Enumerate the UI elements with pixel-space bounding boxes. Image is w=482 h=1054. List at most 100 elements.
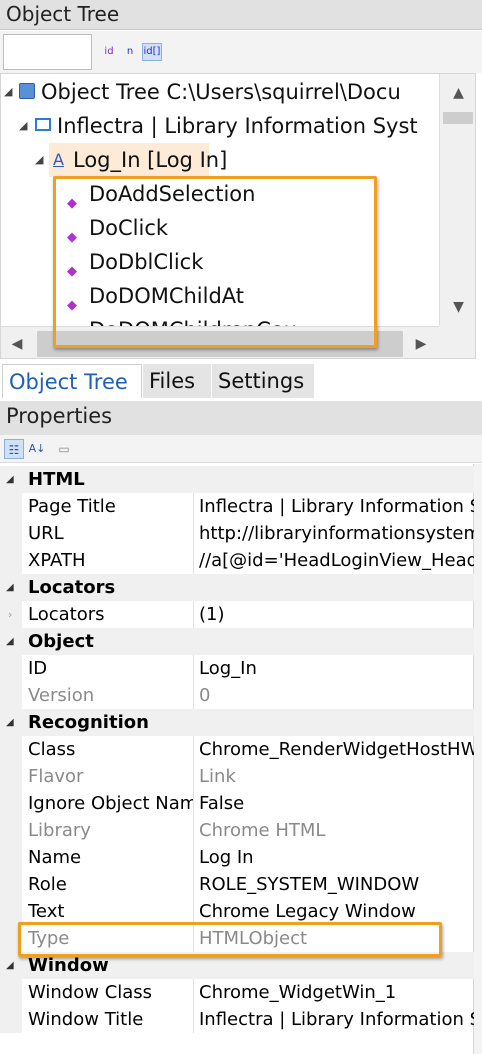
property-pages-icon[interactable]: ▭ <box>54 439 74 459</box>
property-row[interactable]: XPATH //a[@id='HeadLoginView_HeadLoginSt… <box>0 547 474 574</box>
property-row[interactable]: Library Chrome HTML <box>0 817 474 844</box>
property-value[interactable]: ROLE_SYSTEM_WINDOW <box>199 871 474 898</box>
property-name: XPATH <box>28 547 194 574</box>
object-tree-view[interactable]: ◢ Object Tree C:\Users\squirrel\Docu ◢ I… <box>0 73 476 359</box>
scroll-thumb[interactable] <box>443 112 473 124</box>
property-value[interactable]: HTMLObject <box>199 925 474 952</box>
tab-object-tree[interactable]: Object Tree <box>2 364 142 398</box>
collapse-arrow-icon[interactable]: ◢ <box>19 109 27 143</box>
property-name: Class <box>28 736 194 763</box>
property-name: Library <box>28 817 194 844</box>
property-row[interactable]: URL http://libraryinformationsystem.org <box>0 520 474 547</box>
property-value[interactable]: Inflectra | Library Information Syst <box>199 493 474 520</box>
properties-toolbar: ☷ A↓ ▭ <box>0 435 482 463</box>
tree-node-label: DoClick <box>89 216 169 240</box>
property-value[interactable]: //a[@id='HeadLoginView_HeadLoginStatus'] <box>199 547 474 574</box>
property-value[interactable]: False <box>199 790 474 817</box>
alphabetical-sort-icon[interactable]: A↓ <box>27 439 47 459</box>
property-row[interactable]: › Locators (1) <box>0 601 474 628</box>
tree-node-label: DoDOMChildrenCount <box>89 318 295 326</box>
property-row[interactable]: Flavor Link <box>0 763 474 790</box>
property-row[interactable]: Ignore Object Name False <box>0 790 474 817</box>
collapse-arrow-icon[interactable]: ◢ <box>6 628 14 655</box>
property-value[interactable]: Chrome HTML <box>199 817 474 844</box>
property-value[interactable]: (1) <box>199 601 474 628</box>
property-name: Window Title <box>28 1006 194 1033</box>
categorized-view-icon[interactable]: ☷ <box>4 439 24 459</box>
collapse-arrow-icon[interactable]: ◢ <box>6 466 14 493</box>
tree-node-label: DoDblClick <box>89 250 204 274</box>
object-tree-panel-title: Object Tree <box>0 0 482 30</box>
show-name-button[interactable]: n <box>122 43 138 61</box>
property-name: ID <box>28 655 194 682</box>
method-icon: ◆ <box>67 264 77 279</box>
collapse-arrow-icon[interactable]: ◢ <box>35 143 43 177</box>
property-value[interactable]: Log In <box>199 844 474 871</box>
property-row[interactable]: Page Title Inflectra | Library Informati… <box>0 493 474 520</box>
property-name: Locators <box>28 601 194 628</box>
tree-horizontal-scrollbar[interactable]: ◀ ▶ <box>1 326 475 358</box>
property-name: Name <box>28 844 194 871</box>
scroll-left-icon[interactable]: ◀ <box>1 327 33 358</box>
property-row[interactable]: Role ROLE_SYSTEM_WINDOW <box>0 871 474 898</box>
property-name: Version <box>28 682 194 709</box>
scroll-down-icon[interactable]: ▼ <box>440 290 475 324</box>
category-html[interactable]: ◢ HTML <box>0 466 474 493</box>
property-value[interactable]: http://libraryinformationsystem.org <box>199 520 474 547</box>
category-recognition[interactable]: ◢ Recognition <box>0 709 474 736</box>
tab-files[interactable]: Files <box>143 364 211 398</box>
scroll-corner <box>439 326 475 358</box>
category-locators[interactable]: ◢ Locators <box>0 574 474 601</box>
property-value[interactable]: Chrome_RenderWidgetHostHWND <box>199 736 474 763</box>
scroll-thumb[interactable] <box>37 331 403 357</box>
tree-node-label: DoDOMChildAt <box>89 284 245 308</box>
tree-node-login[interactable]: ◢ A Log_In [Log In] <box>35 143 227 177</box>
tree-node-label: Object Tree C:\Users\squirrel\Docu <box>41 80 401 104</box>
property-name: Flavor <box>28 763 194 790</box>
scroll-up-icon[interactable]: ▲ <box>440 76 475 110</box>
property-name: Ignore Object Name <box>28 790 194 817</box>
collapse-arrow-icon[interactable]: ◢ <box>6 574 14 601</box>
property-row[interactable]: Class Chrome_RenderWidgetHostHWND <box>0 736 474 763</box>
property-row[interactable]: Window Title Inflectra | Library Informa… <box>0 1006 474 1033</box>
category-window[interactable]: ◢ Window <box>0 952 474 979</box>
property-name: URL <box>28 520 194 547</box>
property-row[interactable]: Name Log In <box>0 844 474 871</box>
window-icon <box>35 118 51 131</box>
collapse-arrow-icon[interactable]: ◢ <box>6 709 14 736</box>
show-id-button[interactable]: id <box>100 43 118 61</box>
property-row[interactable]: Version 0 <box>0 682 474 709</box>
property-row[interactable]: Window Class Chrome_WidgetWin_1 <box>0 979 474 1006</box>
collapse-arrow-icon[interactable]: ◢ <box>4 75 12 109</box>
filter-input[interactable] <box>3 34 92 70</box>
property-name: Page Title <box>28 493 194 520</box>
object-tree-icon <box>19 83 35 99</box>
show-id-brackets-button[interactable]: id[] <box>142 43 162 61</box>
tab-settings[interactable]: Settings <box>212 364 314 398</box>
property-value[interactable]: Log_In <box>199 655 474 682</box>
property-value[interactable]: Chrome Legacy Window <box>199 898 474 925</box>
collapse-arrow-icon[interactable]: ◢ <box>6 952 14 979</box>
expand-arrow-icon[interactable]: › <box>8 601 12 628</box>
property-name: Text <box>28 898 194 925</box>
property-row[interactable]: Text Chrome Legacy Window <box>0 898 474 925</box>
property-row[interactable]: ID Log_In <box>0 655 474 682</box>
scroll-right-icon[interactable]: ▶ <box>405 327 437 358</box>
panel-title-text: Object Tree <box>6 2 120 26</box>
panel-tabs: Object Tree Files Settings <box>0 362 482 398</box>
properties-panel-title: Properties <box>0 401 482 435</box>
property-value[interactable]: Inflectra | Library Information Syst <box>199 1006 474 1033</box>
tree-vertical-scrollbar[interactable]: ▲ ▼ <box>439 74 475 326</box>
method-icon: ◆ <box>67 196 77 211</box>
property-value[interactable]: 0 <box>199 682 474 709</box>
property-row-type[interactable]: Type HTMLObject <box>0 925 474 952</box>
property-name: Role <box>28 871 194 898</box>
properties-title-text: Properties <box>6 404 113 428</box>
category-object[interactable]: ◢ Object <box>0 628 474 655</box>
property-value[interactable]: Chrome_WidgetWin_1 <box>199 979 474 1006</box>
property-grid[interactable]: ◢ HTML Page Title Inflectra | Library In… <box>0 464 474 1054</box>
tree-node-method[interactable]: ◆ DoDOMChildrenCount <box>65 313 295 326</box>
method-icon: ◆ <box>67 230 77 245</box>
property-value[interactable]: Link <box>199 763 474 790</box>
property-name: Window Class <box>28 979 194 1006</box>
